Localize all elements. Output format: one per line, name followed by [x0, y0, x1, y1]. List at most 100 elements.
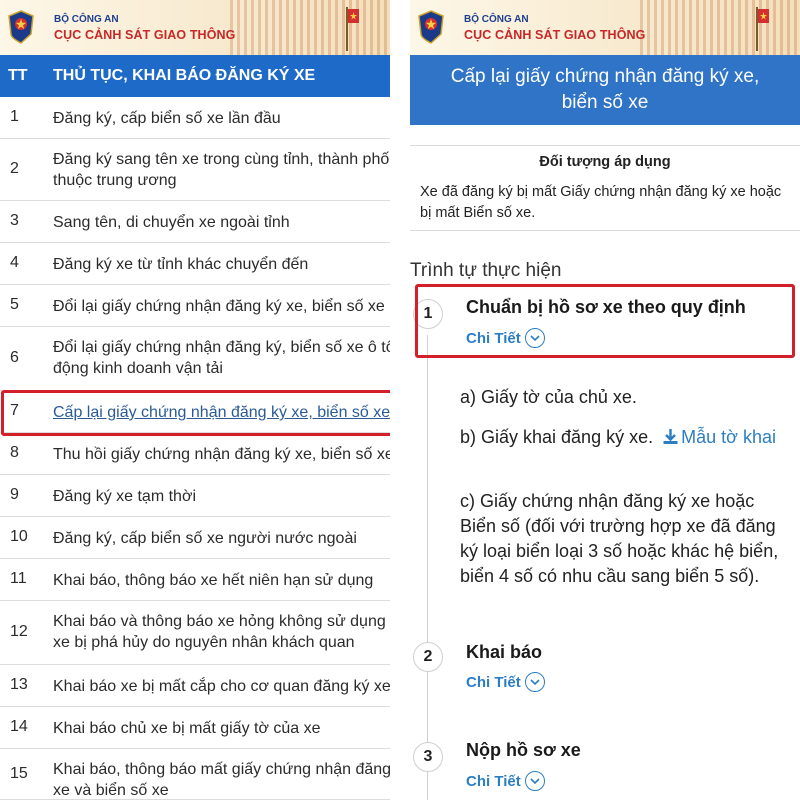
- procedure-title-line-1: Khai báo chủ xe bị mất giấy tờ của xe: [53, 720, 321, 737]
- sequence-title: Trình tự thực hiện: [410, 260, 562, 281]
- procedure-title-line-1: Đổi lại giấy chứng nhận đăng ký, biển số…: [53, 339, 390, 356]
- procedure-title: Sang tên, di chuyển xe ngoài tỉnh: [53, 212, 390, 233]
- row-number: 6: [10, 349, 19, 366]
- procedure-title: Đăng ký, cấp biển số xe lần đầu: [53, 108, 390, 129]
- applicable-subjects-text: Xe đã đăng ký bị mất Giấy chứng nhận đăn…: [420, 184, 782, 221]
- chevron-down-icon: [524, 771, 545, 791]
- procedure-title-line-1: Đăng ký, cấp biển số xe người nước ngoài: [53, 530, 357, 547]
- procedure-title: Đổi lại giấy chứng nhận đăng ký xe, biển…: [53, 296, 390, 317]
- procedure-title: Khai báo, thông báo mất giấy chứng nhận …: [53, 759, 390, 800]
- procedure-title-line-1: Thu hồi giấy chứng nhận đăng ký xe, biển…: [53, 446, 390, 463]
- applicable-subjects-title: Đối tượng áp dụng: [539, 154, 671, 170]
- step-1-item-b-text: b) Giấy khai đăng ký xe.: [460, 427, 654, 447]
- procedure-title-line-1: Khai báo, thông báo mất giấy chứng nhận …: [53, 761, 390, 778]
- left-screen: BỘ CÔNG AN CỤC CẢNH SÁT GIAO THÔNG TT TH…: [0, 0, 390, 800]
- table-row[interactable]: 2 Đăng ký sang tên xe trong cùng tỉnh, th…: [0, 139, 390, 201]
- header-banner: BỘ CÔNG AN CỤC CẢNH SÁT GIAO THÔNG: [0, 0, 390, 55]
- step-1-highlight-box: [415, 284, 795, 358]
- step-3-detail-toggle[interactable]: Chi Tiết: [466, 771, 545, 791]
- column-header-stt: TT: [8, 67, 28, 84]
- step-2-detail-toggle[interactable]: Chi Tiết: [466, 672, 545, 692]
- parade-banner-image: [640, 0, 800, 55]
- table-row[interactable]: 5 Đổi lại giấy chứng nhận đăng ký xe, biể…: [0, 285, 390, 327]
- step-2-number: 2: [413, 642, 443, 672]
- applicable-subjects-card: Đối tượng áp dụng Xe đã đăng ký bị mất G…: [410, 145, 800, 231]
- row-number: 11: [10, 570, 27, 587]
- row-number: 2: [10, 160, 19, 177]
- table-row[interactable]: 6 Đổi lại giấy chứng nhận đăng ký, biển s…: [0, 327, 390, 391]
- flag-icon: [756, 7, 769, 51]
- procedure-title: Đăng ký, cấp biển số xe người nước ngoài: [53, 528, 390, 549]
- table-row[interactable]: 14 Khai báo chủ xe bị mất giấy tờ của xe: [0, 707, 390, 749]
- row-number: 12: [10, 623, 28, 640]
- procedure-title-line-2: động kinh doanh vận tải: [53, 360, 223, 377]
- form-download-label: Mẫu tờ khai: [681, 427, 776, 447]
- table-row[interactable]: 4 Đăng ký xe từ tỉnh khác chuyển đến: [0, 243, 390, 285]
- row-number: 13: [10, 676, 28, 693]
- procedure-title: Đăng ký xe từ tỉnh khác chuyển đến: [53, 254, 390, 275]
- right-screen: BỘ CÔNG AN CỤC CẢNH SÁT GIAO THÔNG Cấp l…: [410, 0, 800, 800]
- agency-name: BỘ CÔNG AN: [54, 14, 119, 25]
- step-1-item-b: b) Giấy khai đăng ký xe. Mẫu tờ khai: [460, 425, 790, 450]
- procedure-title: Đổi lại giấy chứng nhận đăng ký, biển số…: [53, 337, 390, 379]
- step-1-item-a: a) Giấy tờ của chủ xe.: [460, 387, 637, 407]
- download-icon: [663, 429, 678, 444]
- table-row[interactable]: 9 Đăng ký xe tạm thời: [0, 475, 390, 517]
- police-emblem-icon: [418, 10, 444, 44]
- procedure-title-line-2: xe và biển số xe: [53, 782, 169, 799]
- police-emblem-icon: [8, 10, 34, 44]
- detail-label: Chi Tiết: [466, 772, 521, 790]
- form-download-link[interactable]: Mẫu tờ khai: [658, 427, 776, 447]
- table-row[interactable]: 11 Khai báo, thông báo xe hết niên hạn sử…: [0, 559, 390, 601]
- page-title-line-1: Cấp lại giấy chứng nhận đăng ký xe,: [450, 66, 760, 87]
- procedure-title-line-1: Đăng ký xe tạm thời: [53, 488, 196, 505]
- column-header-title: THỦ TỤC, KHAI BÁO ĐĂNG KÝ XE: [53, 67, 316, 84]
- procedure-title-line-1: Khai báo xe bị mất cắp cho cơ quan đăng …: [53, 678, 390, 695]
- row-number: 5: [10, 296, 19, 313]
- table-row[interactable]: 10 Đăng ký, cấp biển số xe người nước ngo…: [0, 517, 390, 559]
- row-number: 8: [10, 444, 19, 461]
- detail-label: Chi Tiết: [466, 673, 521, 691]
- procedure-title-line-2: xe bị phá hủy do nguyên nhân khách quan: [53, 634, 355, 651]
- procedure-title: Khai báo chủ xe bị mất giấy tờ của xe: [53, 718, 390, 739]
- step-2-title: Khai báo: [466, 642, 543, 662]
- procedure-title: Thu hồi giấy chứng nhận đăng ký xe, biển…: [53, 444, 390, 465]
- procedure-title: Khai báo và thông báo xe hỏng không sử d…: [53, 611, 390, 653]
- screen-divider: [390, 0, 410, 800]
- table-row[interactable]: 8 Thu hồi giấy chứng nhận đăng ký xe, biể…: [0, 433, 390, 475]
- procedure-title: Khai báo, thông báo xe hết niên hạn sử d…: [53, 570, 390, 591]
- step-3-title: Nộp hồ sơ xe: [466, 740, 581, 760]
- agency-name: BỘ CÔNG AN: [464, 14, 529, 25]
- procedure-title-line-1: Khai báo, thông báo xe hết niên hạn sử d…: [53, 572, 374, 589]
- page-title-line-2: biển số xe: [561, 92, 649, 113]
- table-row[interactable]: 15 Khai báo, thông báo mất giấy chứng nhậ…: [0, 749, 390, 800]
- table-row[interactable]: 13 Khai báo xe bị mất cắp cho cơ quan đăn…: [0, 665, 390, 707]
- row-number: 15: [10, 764, 28, 782]
- procedure-title-line-2: thuộc trung ương: [53, 172, 177, 189]
- row-number: 4: [10, 254, 19, 271]
- procedure-title: Khai báo xe bị mất cắp cho cơ quan đăng …: [53, 676, 390, 697]
- procedure-title: Đăng ký sang tên xe trong cùng tỉnh, thà…: [53, 149, 390, 191]
- table-header: TT THỦ TỤC, KHAI BÁO ĐĂNG KÝ XE: [0, 55, 390, 97]
- row-number: 10: [10, 528, 28, 545]
- procedure-title-line-1: Đổi lại giấy chứng nhận đăng ký xe, biển…: [53, 298, 385, 315]
- row-number: 14: [10, 718, 28, 735]
- row-number: 9: [10, 486, 19, 503]
- parade-banner-image: [230, 0, 390, 55]
- step-1-item-c: c) Giấy chứng nhận đăng ký xe hoặc Biển …: [460, 491, 779, 586]
- table-row[interactable]: 3 Sang tên, di chuyển xe ngoài tỉnh: [0, 201, 390, 243]
- row-number: 1: [10, 108, 19, 125]
- header-banner-right: BỘ CÔNG AN CỤC CẢNH SÁT GIAO THÔNG: [410, 0, 800, 55]
- table-row[interactable]: 12 Khai báo và thông báo xe hỏng không sử…: [0, 601, 390, 665]
- table-row[interactable]: 1 Đăng ký, cấp biển số xe lần đầu: [0, 97, 390, 139]
- procedure-title: Đăng ký xe tạm thời: [53, 486, 390, 507]
- row-number: 3: [10, 212, 19, 229]
- procedure-title-line-1: Đăng ký, cấp biển số xe lần đầu: [53, 110, 281, 127]
- procedure-title-line-1: Khai báo và thông báo xe hỏng không sử d…: [53, 613, 386, 630]
- row-7-highlight-box: [1, 390, 390, 436]
- chevron-down-icon: [524, 672, 545, 692]
- page-title: Cấp lại giấy chứng nhận đăng ký xe, biển…: [410, 55, 800, 125]
- procedure-title-line-1: Đăng ký sang tên xe trong cùng tỉnh, thà…: [53, 151, 390, 168]
- flag-icon: [346, 7, 359, 51]
- department-name: CỤC CẢNH SÁT GIAO THÔNG: [54, 28, 236, 42]
